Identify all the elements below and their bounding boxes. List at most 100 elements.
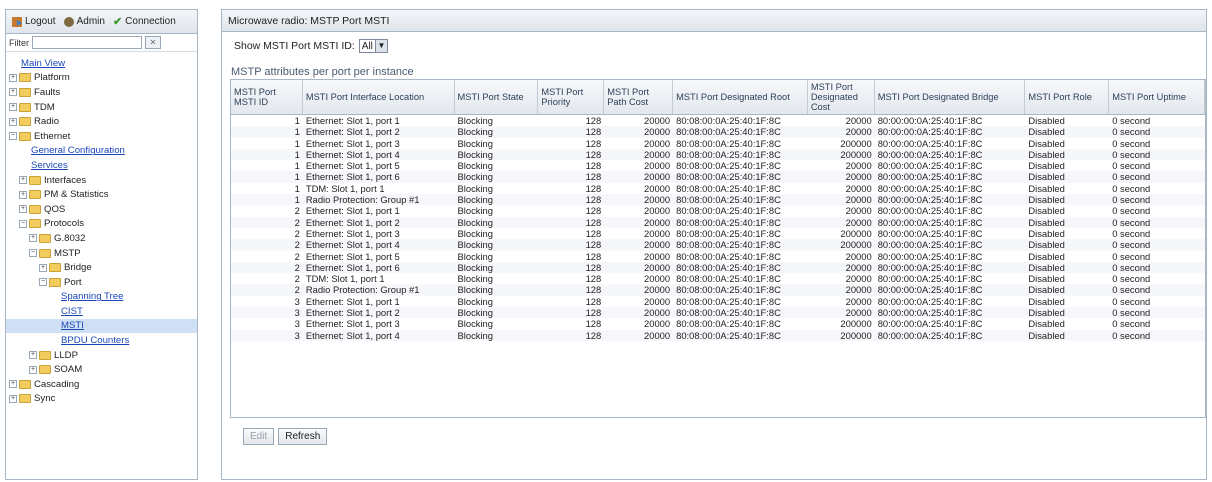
expand-icon[interactable]: + xyxy=(9,117,17,126)
tree-item-mstp[interactable]: − MSTP xyxy=(6,246,197,261)
table-row[interactable]: 1 Ethernet: Slot 1, port 1 Blocking 128 2000… xyxy=(231,115,1205,126)
column-header[interactable]: MSTI Port Designated Bridge xyxy=(875,80,1026,114)
filter-input[interactable] xyxy=(32,36,142,49)
tree-item-bridge[interactable]: + Bridge xyxy=(6,260,197,275)
folder-icon xyxy=(29,190,41,200)
expand-icon[interactable]: + xyxy=(19,205,27,214)
table-cell: 80:00:00:0A:25:40:1F:8C xyxy=(877,148,983,160)
edit-button[interactable]: Edit xyxy=(243,428,275,445)
tree-item-interfaces[interactable]: + Interfaces xyxy=(6,173,197,188)
tree-item-lldp[interactable]: + LLDP xyxy=(6,348,197,363)
expand-icon[interactable]: + xyxy=(19,176,27,185)
column-header[interactable]: MSTI Port Interface Location xyxy=(303,80,455,114)
table-row[interactable]: 3 Ethernet: Slot 1, port 1 Blocking 128 2000… xyxy=(231,296,1205,307)
expand-icon[interactable]: + xyxy=(9,394,17,403)
tree-item-main-view[interactable]: Main View xyxy=(6,56,197,71)
expand-icon[interactable]: + xyxy=(29,365,37,374)
table-row[interactable]: 2 Ethernet: Slot 1, port 5 Blocking 128 2000… xyxy=(231,251,1205,262)
expand-icon[interactable]: + xyxy=(29,351,37,360)
tree-item-faults[interactable]: + Faults xyxy=(6,85,197,100)
expand-icon[interactable]: + xyxy=(9,73,17,82)
table-row[interactable]: 1 Ethernet: Slot 1, port 2 Blocking 128 2000… xyxy=(231,126,1205,138)
tree-item-platform[interactable]: + Platform xyxy=(6,71,197,86)
connection-button[interactable]: ✔ Connection xyxy=(113,16,176,27)
collapse-icon[interactable]: − xyxy=(9,132,17,141)
column-header[interactable]: MSTI Port Uptime xyxy=(1109,80,1206,114)
tree-item-radio[interactable]: + Radio xyxy=(6,114,197,129)
tree-item-services[interactable]: Services xyxy=(6,158,197,173)
table-row[interactable]: 2 Radio Protection: Group #1 Blocking 128 20… xyxy=(231,284,1205,296)
tree-item-msti[interactable]: MSTI xyxy=(6,318,197,334)
action-buttons: Edit Refresh xyxy=(243,428,328,445)
table-row[interactable]: 3 Ethernet: Slot 1, port 3 Blocking 128 2000… xyxy=(231,318,1205,329)
tree-item-tdm[interactable]: + TDM xyxy=(6,100,197,115)
tree-item-cascading[interactable]: + Cascading xyxy=(6,377,197,392)
column-header[interactable]: MSTI Port Priority xyxy=(538,80,605,114)
column-header[interactable]: MSTI Port State xyxy=(455,80,539,114)
tree-item-soam[interactable]: + SOAM xyxy=(6,362,197,377)
column-header[interactable]: MSTI Port Path Cost xyxy=(604,80,674,114)
column-header[interactable]: MSTI Port Role xyxy=(1025,80,1110,114)
table-cell: 2 xyxy=(294,273,300,285)
filter-clear-button[interactable]: ✕ xyxy=(145,36,161,49)
table-row[interactable]: 2 Ethernet: Slot 1, port 6 Blocking 128 2000… xyxy=(231,261,1205,274)
table-row[interactable]: 1 Ethernet: Slot 1, port 3 Blocking 128 2000… xyxy=(231,138,1205,149)
msti-filter-label: Show MSTI Port MSTI ID: xyxy=(234,40,355,52)
table-row[interactable]: 1 Radio Protection: Group #1 Blocking 128 20… xyxy=(231,194,1205,206)
tree-item-g-8032[interactable]: + G.8032 xyxy=(6,231,197,246)
table-cell: 80:08:00:0A:25:40:1F:8C xyxy=(676,250,781,262)
msti-id-select[interactable]: All ▼ xyxy=(358,39,388,53)
tree-item-pm-statistics[interactable]: + PM & Statistics xyxy=(6,187,197,202)
expand-icon[interactable]: + xyxy=(9,380,17,389)
tree-item-sync[interactable]: + Sync xyxy=(6,392,197,407)
table-cell: Disabled xyxy=(1028,194,1065,206)
tree-item-protocols[interactable]: − Protocols xyxy=(6,217,197,232)
table-cell: Disabled xyxy=(1028,216,1065,228)
admin-button[interactable]: Admin xyxy=(63,16,105,27)
table-cell: 20000 xyxy=(644,137,671,149)
table-cell: 20000 xyxy=(644,295,671,307)
table-cell: 128 xyxy=(585,295,602,307)
table-row[interactable]: 2 Ethernet: Slot 1, port 1 Blocking 128 2000… xyxy=(231,205,1205,216)
expand-icon[interactable]: + xyxy=(9,103,17,112)
refresh-button[interactable]: Refresh xyxy=(278,428,328,445)
msti-port-table: MSTI Port MSTI ID MSTI Port Interface Loc… xyxy=(230,79,1206,418)
column-header[interactable]: MSTI Port MSTI ID xyxy=(231,80,303,114)
expand-icon[interactable]: + xyxy=(9,88,17,97)
table-row[interactable]: 2 Ethernet: Slot 1, port 2 Blocking 128 2000… xyxy=(231,216,1205,228)
tree-item-cist[interactable]: CIST xyxy=(6,304,197,319)
table-row[interactable]: 2 TDM: Slot 1, port 1 Blocking 128 20000 80:0… xyxy=(231,273,1205,284)
table-cell: 0 second xyxy=(1112,205,1151,217)
expand-icon[interactable]: + xyxy=(39,263,47,272)
tree-item-qos[interactable]: + QOS xyxy=(6,202,197,217)
tree-item-bpdu-counters[interactable]: BPDU Counters xyxy=(6,333,197,348)
tree-item-general-configuration[interactable]: General Configuration xyxy=(6,144,197,159)
column-header[interactable]: MSTI Port Designated Cost xyxy=(808,80,875,114)
table-cell: Disabled xyxy=(1028,160,1065,172)
table-cell: Ethernet: Slot 1, port 2 xyxy=(305,307,400,319)
table-cell: Blocking xyxy=(457,227,493,239)
expand-icon[interactable]: + xyxy=(19,190,27,199)
logout-button[interactable]: Logout xyxy=(12,16,56,27)
table-row[interactable]: 1 Ethernet: Slot 1, port 5 Blocking 128 2000… xyxy=(231,160,1205,171)
collapse-icon[interactable]: − xyxy=(39,278,47,287)
table-cell: Ethernet: Slot 1, port 4 xyxy=(305,148,400,160)
table-row[interactable]: 3 Ethernet: Slot 1, port 4 Blocking 128 2000… xyxy=(231,329,1205,341)
tree-item-label: Services xyxy=(31,159,68,171)
table-row[interactable]: 1 TDM: Slot 1, port 1 Blocking 128 20000 80:0… xyxy=(231,183,1205,194)
table-row[interactable]: 3 Ethernet: Slot 1, port 2 Blocking 128 2000… xyxy=(231,307,1205,319)
tree-item-spanning-tree[interactable]: Spanning Tree xyxy=(6,290,197,305)
collapse-icon[interactable]: − xyxy=(29,249,37,258)
expand-icon[interactable]: + xyxy=(29,234,37,243)
table-row[interactable]: 2 Ethernet: Slot 1, port 3 Blocking 128 2000… xyxy=(231,228,1205,239)
table-cell: 0 second xyxy=(1112,137,1151,149)
tree-item-port[interactable]: − Port xyxy=(6,275,197,290)
tree-item-ethernet[interactable]: − Ethernet xyxy=(6,129,197,144)
table-row[interactable]: 1 Ethernet: Slot 1, port 4 Blocking 128 2000… xyxy=(231,148,1205,161)
table-cell: 0 second xyxy=(1112,329,1151,341)
table-cell: 128 xyxy=(585,284,602,296)
table-row[interactable]: 1 Ethernet: Slot 1, port 6 Blocking 128 2000… xyxy=(231,171,1205,183)
table-row[interactable]: 2 Ethernet: Slot 1, port 4 Blocking 128 2000… xyxy=(231,239,1205,251)
collapse-icon[interactable]: − xyxy=(19,219,27,228)
column-header[interactable]: MSTI Port Designated Root xyxy=(673,80,808,114)
